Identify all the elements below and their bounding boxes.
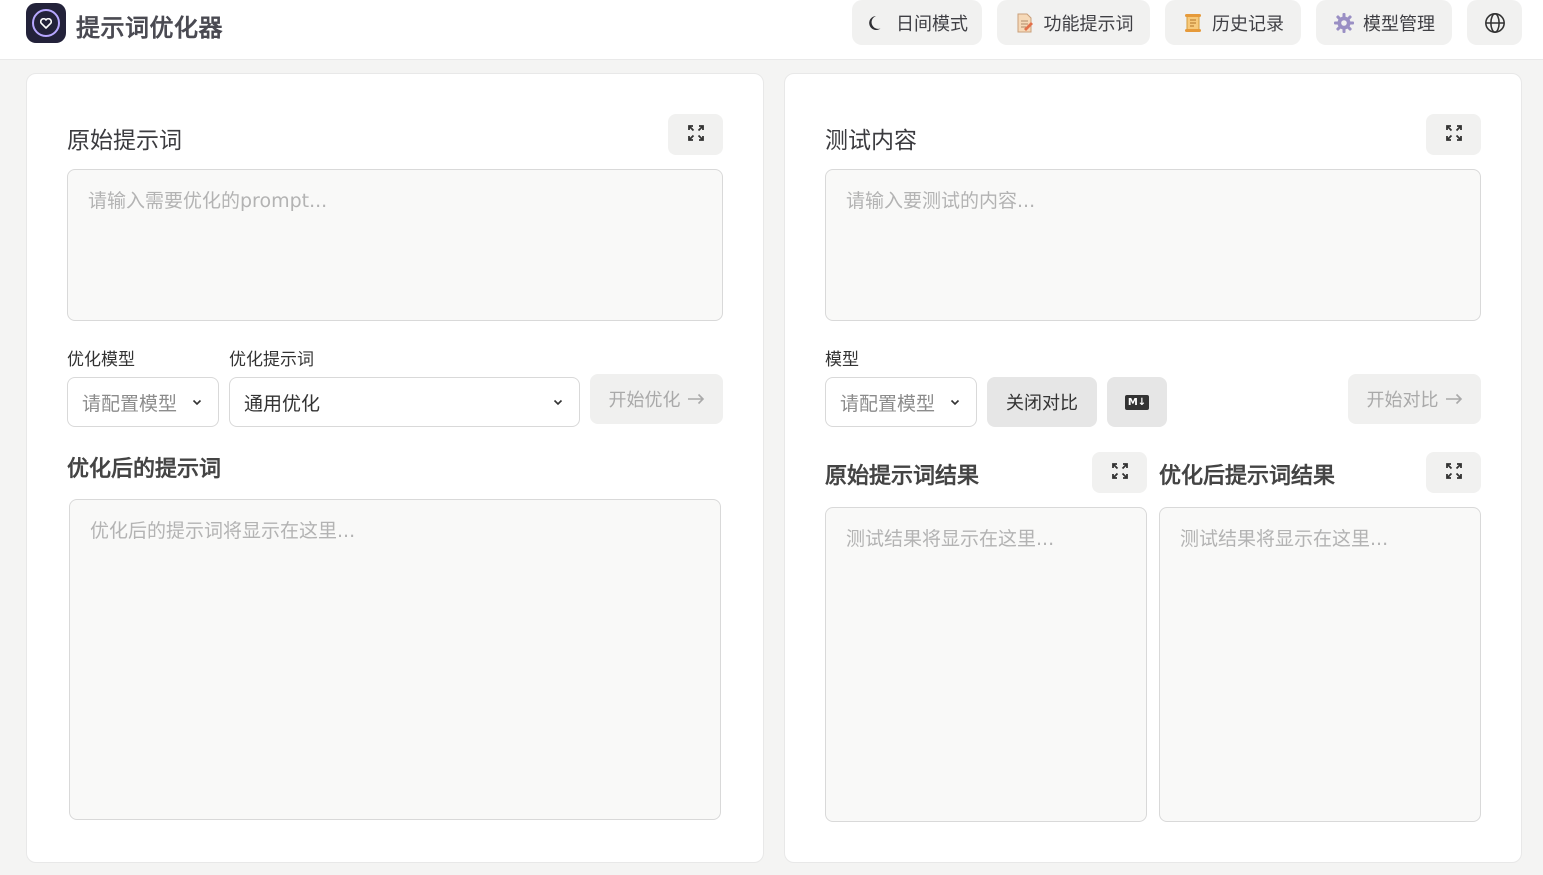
chevron-down-icon <box>948 395 962 409</box>
original-prompt-title: 原始提示词 <box>67 128 182 154</box>
function-prompts-label: 功能提示词 <box>1043 13 1134 35</box>
expand-icon <box>1110 461 1130 485</box>
chevron-down-icon <box>190 395 204 409</box>
test-model-value: 请配置模型 <box>840 392 936 415</box>
arrow-right-icon <box>687 389 705 410</box>
original-result-title: 原始提示词结果 <box>825 464 980 489</box>
expand-test-content-button[interactable] <box>1426 114 1481 155</box>
moon-icon <box>866 12 888 34</box>
model-management-button[interactable]: 模型管理 <box>1316 0 1452 45</box>
arrow-right-icon <box>1445 389 1463 410</box>
original-result-output[interactable] <box>825 507 1147 822</box>
markdown-toggle-button[interactable]: M↓ <box>1107 377 1167 427</box>
test-content-title: 测试内容 <box>825 128 917 154</box>
gear-icon <box>1333 12 1355 34</box>
optimize-prompt-label: 优化提示词 <box>229 350 314 370</box>
scroll-icon <box>1182 12 1204 34</box>
start-compare-label: 开始对比 <box>1366 390 1439 411</box>
day-mode-label: 日间模式 <box>896 13 968 35</box>
optimized-prompt-title: 优化后的提示词 <box>67 457 222 482</box>
expand-icon <box>1444 123 1464 147</box>
history-label: 历史记录 <box>1212 13 1284 35</box>
app-title: 提示词优化器 <box>76 14 223 42</box>
optimize-panel: 原始提示词 优化模型 优化提示词 请配置模型 通用优化 开始优化 优化后的提示 <box>26 73 764 863</box>
expand-original-result-button[interactable] <box>1092 452 1147 493</box>
optimize-prompt-select[interactable]: 通用优化 <box>229 377 580 427</box>
globe-icon <box>1484 12 1506 34</box>
optimize-model-label: 优化模型 <box>67 350 135 370</box>
optimize-model-select[interactable]: 请配置模型 <box>67 377 219 427</box>
app-logo <box>26 3 66 43</box>
start-compare-button[interactable]: 开始对比 <box>1348 374 1481 424</box>
history-button[interactable]: 历史记录 <box>1165 0 1301 45</box>
start-optimize-label: 开始优化 <box>608 390 681 411</box>
optimized-result-output[interactable] <box>1159 507 1481 822</box>
original-prompt-input[interactable] <box>67 169 723 321</box>
expand-icon <box>686 123 706 147</box>
expand-icon <box>1444 461 1464 485</box>
day-mode-button[interactable]: 日间模式 <box>852 0 982 45</box>
document-icon <box>1014 12 1036 34</box>
function-prompts-button[interactable]: 功能提示词 <box>997 0 1150 45</box>
test-content-input[interactable] <box>825 169 1481 321</box>
test-model-select[interactable]: 请配置模型 <box>825 377 977 427</box>
expand-optimized-result-button[interactable] <box>1426 452 1481 493</box>
top-bar: 提示词优化器 日间模式 功能提示词 历史记录 模型管理 <box>0 0 1543 60</box>
optimize-prompt-value: 通用优化 <box>244 392 321 415</box>
markdown-icon: M↓ <box>1124 394 1150 410</box>
test-panel: 测试内容 模型 请配置模型 关闭对比 M↓ 开始对比 原始提示词结果 <box>784 73 1522 863</box>
expand-original-prompt-button[interactable] <box>668 114 723 155</box>
chevron-down-icon <box>551 395 565 409</box>
optimized-prompt-output[interactable] <box>69 499 721 820</box>
language-button[interactable] <box>1467 0 1522 45</box>
optimize-model-value: 请配置模型 <box>82 392 178 415</box>
close-compare-button[interactable]: 关闭对比 <box>987 377 1097 427</box>
model-management-label: 模型管理 <box>1363 13 1435 35</box>
start-optimize-button[interactable]: 开始优化 <box>590 374 723 424</box>
test-model-label: 模型 <box>825 350 859 370</box>
heart-icon <box>32 9 60 37</box>
optimized-result-title: 优化后提示词结果 <box>1159 464 1336 489</box>
